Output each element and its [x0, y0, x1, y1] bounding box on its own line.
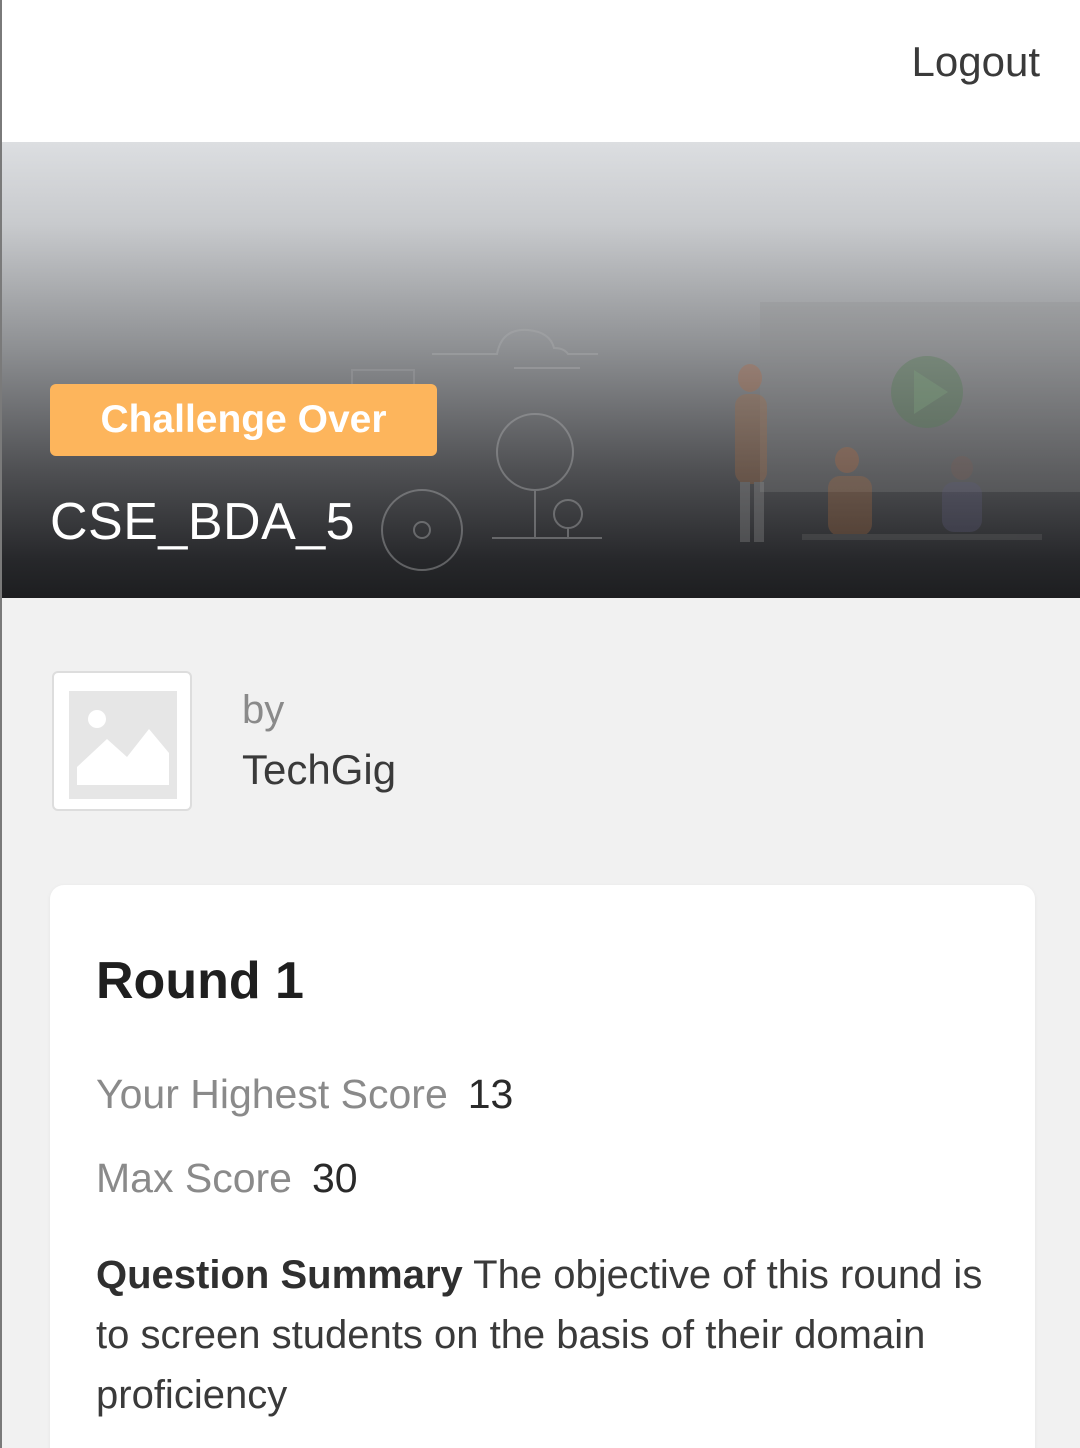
max-score-value: 30 [311, 1155, 358, 1201]
image-placeholder-icon [69, 691, 177, 799]
top-bar: Logout [2, 0, 1080, 142]
max-score-label: Max Score [96, 1155, 292, 1201]
challenge-status-badge: Challenge Over [50, 384, 437, 456]
challenge-title: CSE_BDA_5 [50, 493, 356, 551]
question-summary-label: Question Summary [96, 1253, 463, 1297]
question-summary: Question Summary The objective of this r… [96, 1245, 996, 1425]
max-score-row: Max Score 30 [96, 1155, 358, 1202]
organizer-logo [52, 671, 192, 811]
organizer-name[interactable]: TechGig [242, 746, 396, 794]
round-card: Round 1 Your Highest Score 13 Max Score 30… [50, 885, 1035, 1448]
logout-link[interactable]: Logout [912, 38, 1040, 86]
highest-score-row: Your Highest Score 13 [96, 1071, 513, 1118]
highest-score-value: 13 [467, 1071, 514, 1117]
highest-score-label: Your Highest Score [96, 1071, 448, 1117]
round-title: Round 1 [96, 952, 304, 1010]
challenge-page: Logout Challenge Over CSE_BDA_5 by TechG… [0, 0, 1080, 1448]
hero-banner: Challenge Over CSE_BDA_5 [2, 142, 1080, 598]
organizer-by-label: by [242, 688, 285, 732]
